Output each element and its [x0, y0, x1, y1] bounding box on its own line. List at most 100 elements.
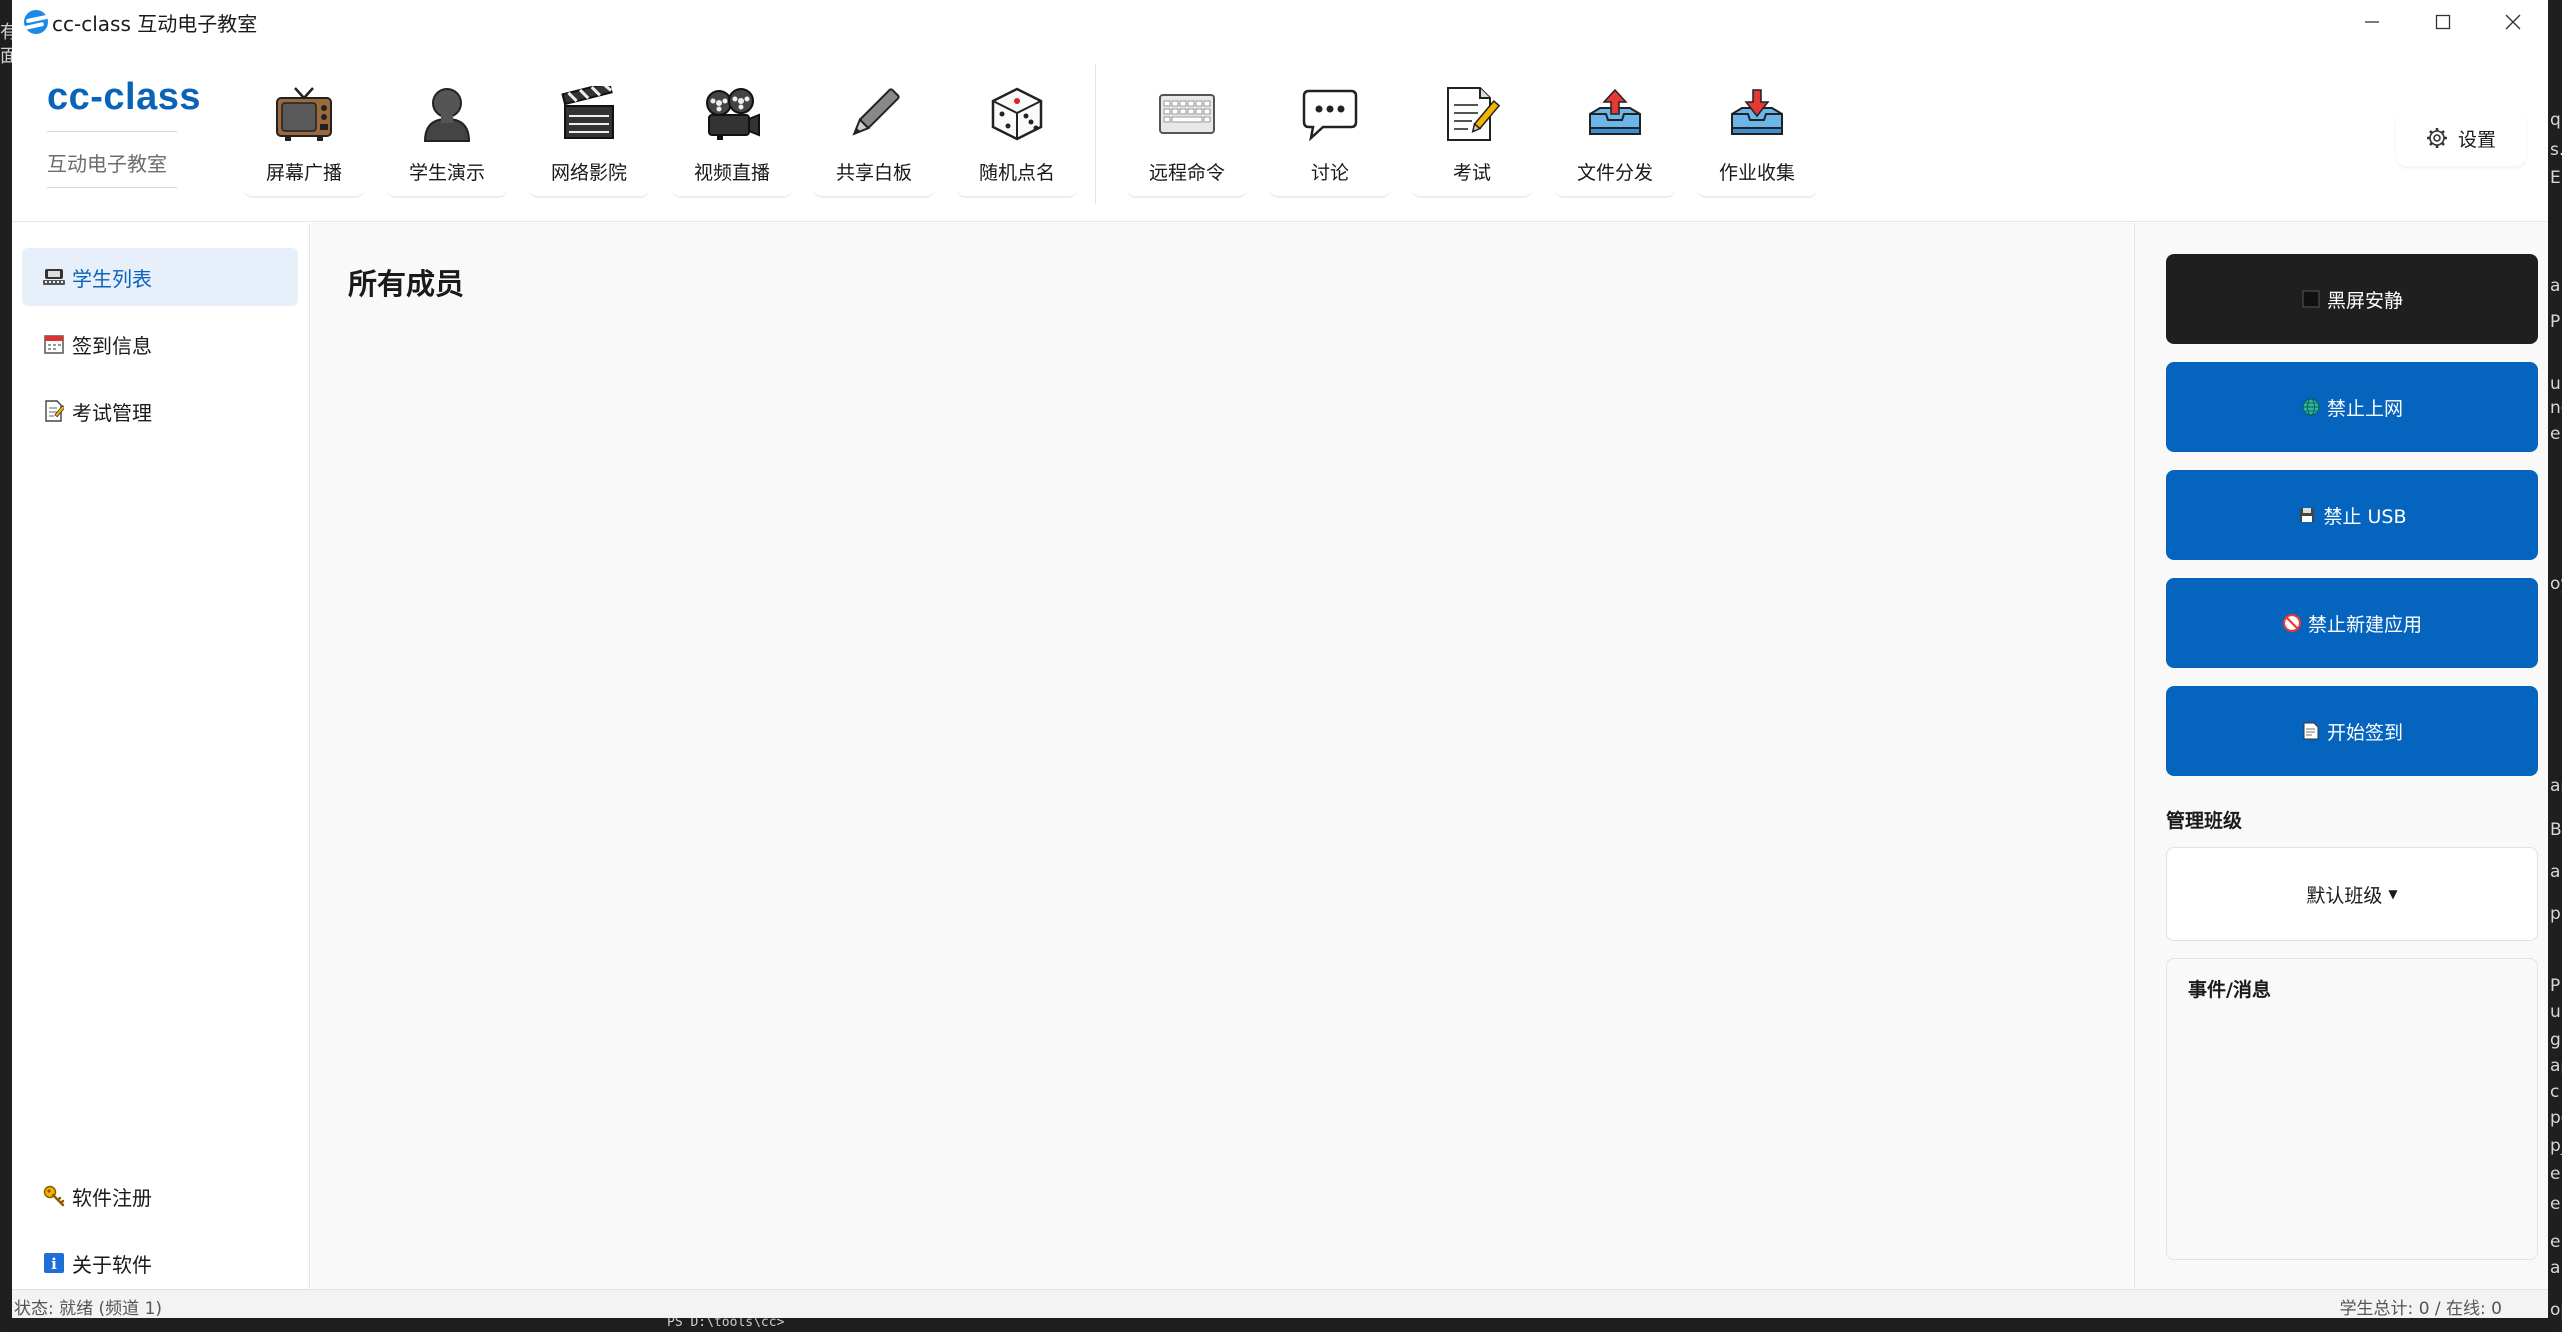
- close-icon: [2505, 14, 2521, 30]
- memo-icon: [2301, 721, 2321, 741]
- maximize-button[interactable]: [2408, 0, 2478, 44]
- bg-right-char: a: [2550, 862, 2561, 882]
- speech-bubble-icon: [1298, 82, 1362, 146]
- block-usb-button[interactable]: 禁止 USB: [2166, 470, 2538, 560]
- tool-label: 随机点名: [978, 162, 1055, 184]
- bg-right-char: u: [2550, 374, 2561, 394]
- tool-underline: [1411, 188, 1533, 198]
- minimize-icon: [2365, 21, 2379, 23]
- page-title: 所有成员: [348, 267, 465, 301]
- bg-right-char: op: [2550, 1300, 2562, 1320]
- tool-student-demo[interactable]: 学生演示: [386, 82, 508, 200]
- tool-screen-broadcast[interactable]: 屏幕广播: [243, 82, 365, 200]
- settings-label: 设置: [2457, 128, 2496, 151]
- tool-file-distribute[interactable]: 文件分发: [1554, 82, 1676, 200]
- tool-remote-command[interactable]: 远程命令: [1126, 82, 1248, 200]
- bg-right-char: E: [2550, 168, 2561, 188]
- button-label: 开始签到: [2326, 721, 2403, 744]
- bg-right-char: c: [2550, 1082, 2560, 1102]
- bg-right-char: p_: [2550, 1136, 2562, 1156]
- app-logo-icon: [24, 10, 48, 34]
- start-checkin-button[interactable]: 开始签到: [2166, 686, 2538, 776]
- brand-subtitle: 互动电子教室: [47, 152, 167, 176]
- window-title: cc-class 互动电子教室: [52, 12, 258, 36]
- bg-right-char: oy: [2550, 574, 2562, 594]
- tool-underline: [813, 188, 935, 198]
- class-select[interactable]: 默认班级 ▼: [2166, 847, 2538, 941]
- tool-homework-collect[interactable]: 作业收集: [1696, 82, 1818, 200]
- bg-right-char: er: [2550, 1232, 2562, 1252]
- tool-underline: [243, 188, 365, 198]
- student-list-icon: [42, 265, 66, 289]
- class-select-value: 默认班级: [2306, 884, 2383, 907]
- background-terminal-bottom: PS D:\tools\cc>: [12, 1318, 2548, 1332]
- sidebar-item-checkin-info[interactable]: 签到信息: [22, 315, 298, 373]
- close-button[interactable]: [2478, 0, 2548, 44]
- globe-icon: [2301, 397, 2321, 417]
- bg-right-char: en: [2550, 1194, 2562, 1214]
- button-label: 禁止 USB: [2323, 505, 2407, 528]
- black-square-icon: [2301, 289, 2321, 309]
- tool-underline: [671, 188, 793, 198]
- bg-right-char: no: [2550, 398, 2562, 418]
- caret-down-icon: ▼: [2388, 887, 2398, 901]
- no-entry-icon: [2282, 613, 2302, 633]
- sidebar-item-student-list[interactable]: 学生列表: [22, 248, 298, 306]
- terminal-prompt: PS D:\tools\cc>: [667, 1318, 785, 1330]
- title-bar[interactable]: cc-class 互动电子教室: [12, 0, 2548, 44]
- upload-tray-icon: [1583, 82, 1647, 146]
- brand-divider: [47, 187, 177, 188]
- toolbar-divider: [1095, 64, 1096, 204]
- button-label: 禁止新建应用: [2307, 613, 2422, 636]
- button-label: 禁止上网: [2326, 397, 2403, 420]
- tv-icon: [272, 82, 336, 146]
- bg-right-char: a: [2550, 1258, 2561, 1278]
- tool-label: 考试: [1452, 162, 1491, 184]
- tool-label: 远程命令: [1148, 162, 1225, 184]
- sidebar-item-software-register[interactable]: 软件注册: [22, 1167, 298, 1225]
- sidebar-item-exam-management[interactable]: 考试管理: [22, 382, 298, 440]
- tool-network-cinema[interactable]: 网络影院: [528, 82, 650, 200]
- sidebar-item-label: 考试管理: [72, 400, 152, 425]
- student-icon: [415, 82, 479, 146]
- bg-right-char: p: [2550, 904, 2561, 924]
- dice-icon: [985, 82, 1049, 146]
- gear-icon: [2426, 128, 2447, 148]
- floppy-icon: [2297, 505, 2317, 525]
- settings-button[interactable]: 设置: [2396, 110, 2526, 166]
- tool-label: 网络影院: [550, 162, 627, 184]
- bg-right-char: P: [2550, 312, 2561, 332]
- keyboard-icon: [1155, 82, 1219, 146]
- background-terminal-left: 有 面: [0, 0, 12, 1332]
- tool-random-rollcall[interactable]: 随机点名: [956, 82, 1078, 200]
- events-panel: 事件/消息: [2166, 958, 2538, 1260]
- control-panel: 黑屏安静 禁止上网 禁止 USB 禁止新建应用 开始签到 管理班级 默认班级 ▼…: [2134, 223, 2548, 1289]
- bg-left-char: 有: [0, 22, 12, 43]
- tool-underline: [1269, 188, 1391, 198]
- tool-discussion[interactable]: 讨论: [1269, 82, 1391, 200]
- status-text: 状态: 就绪 (频道 1): [14, 1299, 163, 1318]
- bg-left-char: 面: [0, 46, 12, 67]
- tool-underline: [1554, 188, 1676, 198]
- bg-right-char: ap: [2550, 1056, 2562, 1076]
- pen-icon: [842, 82, 906, 146]
- bg-right-char: s.: [2550, 140, 2562, 160]
- bg-right-char: ur: [2550, 1002, 2562, 1022]
- tool-video-live[interactable]: 视频直播: [671, 82, 793, 200]
- clapperboard-icon: [557, 82, 621, 146]
- sidebar-item-about[interactable]: i 关于软件: [22, 1234, 298, 1292]
- minimize-button[interactable]: [2337, 0, 2407, 44]
- bg-right-char: g: [2550, 1030, 2561, 1050]
- status-bar: 状态: 就绪 (频道 1) 学生总计: 0 / 在线: 0: [12, 1289, 2548, 1318]
- film-projector-icon: [700, 82, 764, 146]
- tool-underline: [956, 188, 1078, 198]
- black-screen-button[interactable]: 黑屏安静: [2166, 254, 2538, 344]
- tool-underline: [1126, 188, 1248, 198]
- block-new-apps-button[interactable]: 禁止新建应用: [2166, 578, 2538, 668]
- tool-underline: [1696, 188, 1818, 198]
- bg-right-char: er: [2550, 1164, 2562, 1184]
- tool-exam[interactable]: 考试: [1411, 82, 1533, 200]
- tool-shared-whiteboard[interactable]: 共享白板: [813, 82, 935, 200]
- block-internet-button[interactable]: 禁止上网: [2166, 362, 2538, 452]
- bg-right-char: a: [2550, 276, 2561, 296]
